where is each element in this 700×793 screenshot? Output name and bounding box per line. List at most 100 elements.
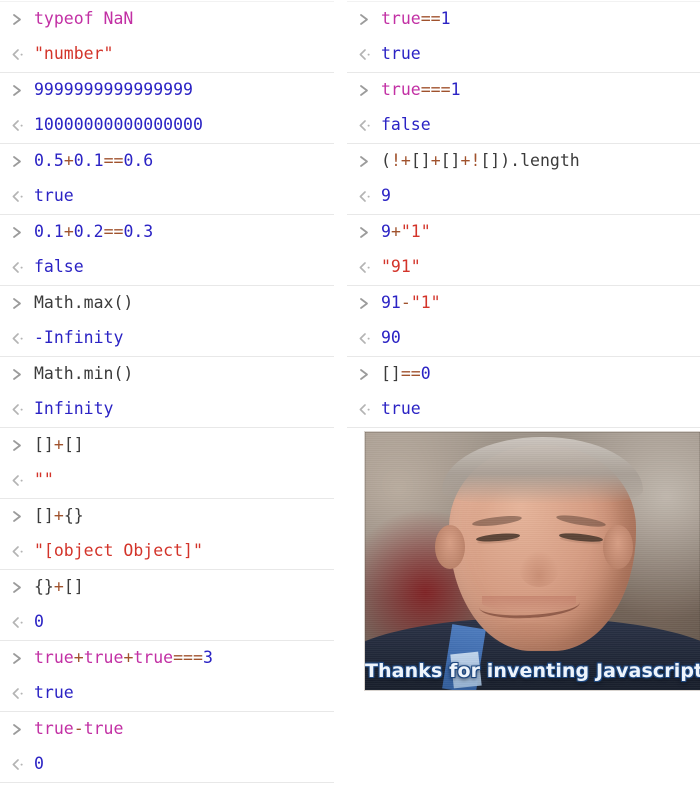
console-input-line[interactable]: true==1 (347, 2, 700, 37)
code-token: [] (480, 151, 501, 171)
console-output-line: 0 (0, 747, 334, 782)
code-token: 0.3 (123, 222, 154, 242)
console-expression: true==1 (381, 11, 451, 28)
console-output-line: "[object Object]" (0, 534, 334, 569)
code-token: 10000000000000000 (34, 115, 203, 135)
console-entry: []==0 true (347, 357, 700, 428)
code-token: [] (440, 151, 461, 171)
console-input-line[interactable]: Math.min() (0, 357, 334, 392)
output-return-arrow-icon (7, 261, 34, 274)
console-input-line[interactable]: true+true+true===3 (0, 641, 334, 676)
code-token: 0.2 (73, 222, 104, 242)
console-entry: []+[] "" (0, 428, 334, 499)
code-token: [] (63, 577, 84, 597)
console-entry: 0.1+0.2==0.3 false (0, 215, 334, 286)
console-output-line: 0 (0, 605, 334, 640)
code-token: ! (470, 151, 481, 171)
console-output-line: "number" (0, 37, 334, 72)
code-token: "number" (34, 44, 114, 64)
console-input-line[interactable]: typeof NaN (0, 2, 334, 37)
console-output-line: 90 (347, 321, 700, 356)
code-token: 0.6 (123, 151, 154, 171)
console-entry: typeof NaN "number" (0, 1, 334, 73)
code-token: == (420, 9, 441, 29)
console-expression: true===1 (381, 82, 461, 99)
code-token: true (381, 9, 421, 29)
console-result: -Infinity (34, 330, 123, 347)
console-input-line[interactable]: 9+"1" (347, 215, 700, 250)
code-token: + (390, 222, 401, 242)
console-entry: true==1 true (347, 1, 700, 73)
console-input-line[interactable]: 0.5+0.1==0.6 (0, 144, 334, 179)
console-result: "" (34, 472, 54, 489)
code-token: + (430, 151, 441, 171)
code-token: 9999999999999999 (34, 80, 193, 100)
console-output-line: true (347, 392, 700, 427)
code-token: 9 (381, 186, 391, 206)
console-input-line[interactable]: 0.1+0.2==0.3 (0, 215, 334, 250)
code-token: 1 (450, 80, 461, 100)
console-output-line: Infinity (0, 392, 334, 427)
code-token: true (381, 80, 421, 100)
console-output-line: 9 (347, 179, 700, 214)
console-input-line[interactable]: Math.max() (0, 286, 334, 321)
code-token: 0.1 (73, 151, 104, 171)
output-return-arrow-icon (7, 474, 34, 487)
console-input-line[interactable]: []+[] (0, 428, 334, 463)
code-token: 91 (381, 293, 401, 313)
console-input-line[interactable]: 91-"1" (347, 286, 700, 321)
output-return-arrow-icon (7, 48, 34, 61)
code-token: [] (410, 151, 431, 171)
code-token: "" (34, 470, 54, 490)
code-token: ! (390, 151, 401, 171)
console-input-line[interactable]: true-true (0, 712, 334, 747)
console-result: false (381, 117, 431, 134)
code-token: ).length (500, 151, 580, 171)
console-expression: 9999999999999999 (34, 82, 193, 99)
code-token: true (34, 719, 74, 739)
console-expression: 0.5+0.1==0.6 (34, 153, 153, 170)
output-return-arrow-icon (354, 48, 381, 61)
console-entry: true-true 0 (0, 712, 334, 783)
code-token: false (34, 257, 84, 277)
code-token: ( (381, 151, 391, 171)
output-return-arrow-icon (7, 545, 34, 558)
code-token: + (53, 577, 64, 597)
code-token: + (123, 648, 134, 668)
javascript-console-screenshot: typeof NaN "number" 9999999999999999 100000… (0, 0, 700, 793)
output-return-arrow-icon (7, 119, 34, 132)
console-result: "91" (381, 259, 421, 276)
console-input-line[interactable]: []==0 (347, 357, 700, 392)
console-output-line: true (0, 179, 334, 214)
console-expression: []+[] (34, 437, 84, 454)
input-prompt-arrow-icon (7, 723, 34, 736)
console-result: "number" (34, 46, 113, 63)
console-input-line[interactable]: true===1 (347, 73, 700, 108)
input-prompt-arrow-icon (7, 226, 34, 239)
console-input-line[interactable]: {}+[] (0, 570, 334, 605)
console-expression: true-true (34, 721, 123, 738)
output-return-arrow-icon (354, 403, 381, 416)
code-token: true (83, 648, 124, 668)
console-input-line[interactable]: 9999999999999999 (0, 73, 334, 108)
input-prompt-arrow-icon (7, 510, 34, 523)
code-token: + (63, 222, 74, 242)
console-result: Infinity (34, 401, 113, 418)
input-prompt-arrow-icon (7, 368, 34, 381)
console-input-line[interactable]: (!+[]+[]+![]).length (347, 144, 700, 179)
input-prompt-arrow-icon (7, 297, 34, 310)
photo-ear-right (602, 524, 633, 569)
console-entry: true===1 false (347, 73, 700, 144)
code-token: true (381, 399, 421, 419)
input-prompt-arrow-icon (7, 84, 34, 97)
code-token: {} (34, 577, 54, 597)
console-expression: Math.min() (34, 366, 133, 383)
input-prompt-arrow-icon (354, 297, 381, 310)
console-result: true (381, 401, 421, 418)
console-output-line: "91" (347, 250, 700, 285)
console-input-line[interactable]: []+{} (0, 499, 334, 534)
console-entry: (!+[]+[]+![]).length 9 (347, 144, 700, 215)
code-token: + (73, 648, 84, 668)
output-return-arrow-icon (7, 332, 34, 345)
console-result: true (34, 188, 74, 205)
